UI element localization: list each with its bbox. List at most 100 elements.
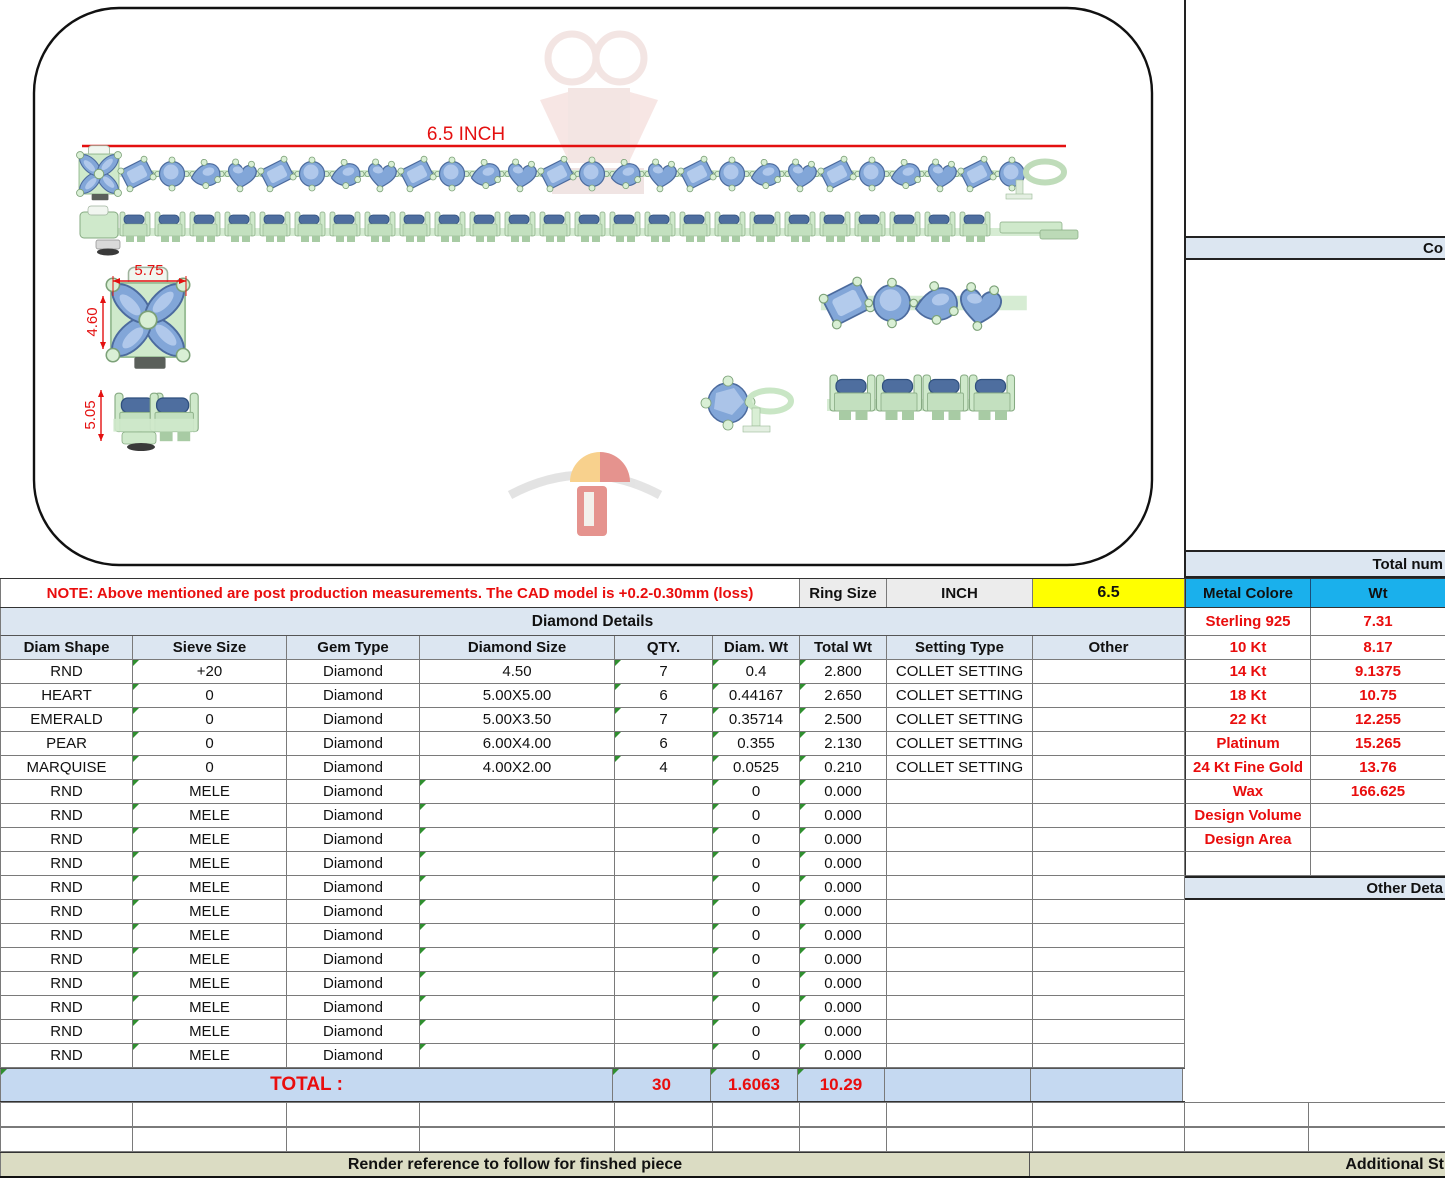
cell-diam-wt[interactable]: 0.355 bbox=[713, 732, 800, 756]
cell-qty[interactable] bbox=[615, 1044, 713, 1068]
cell-diam-shape[interactable]: RND bbox=[0, 972, 133, 996]
cell-qty[interactable] bbox=[615, 900, 713, 924]
metal-weight[interactable]: 8.17 bbox=[1311, 636, 1445, 660]
cell-total-wt[interactable]: 0.000 bbox=[800, 900, 887, 924]
empty-cell[interactable] bbox=[1309, 1127, 1445, 1152]
cell-sieve-size[interactable]: +20 bbox=[133, 660, 287, 684]
cell-diam-shape[interactable]: RND bbox=[0, 1044, 133, 1068]
cell-setting-type[interactable] bbox=[887, 828, 1033, 852]
cell-gem-type[interactable]: Diamond bbox=[287, 996, 420, 1020]
cell-total-wt[interactable]: 0.000 bbox=[800, 972, 887, 996]
cell-sieve-size[interactable]: MELE bbox=[133, 1020, 287, 1044]
column-header-qty-[interactable]: QTY. bbox=[615, 636, 713, 660]
cell-sieve-size[interactable]: 0 bbox=[133, 732, 287, 756]
cell-setting-type[interactable] bbox=[887, 972, 1033, 996]
cell-diamond-size[interactable] bbox=[420, 852, 615, 876]
cell-gem-type[interactable]: Diamond bbox=[287, 924, 420, 948]
cell-diam-shape[interactable]: EMERALD bbox=[0, 708, 133, 732]
cell-diamond-size[interactable]: 4.50 bbox=[420, 660, 615, 684]
cell-gem-type[interactable]: Diamond bbox=[287, 900, 420, 924]
empty-cell[interactable] bbox=[800, 1127, 887, 1152]
cell-total-wt[interactable]: 2.500 bbox=[800, 708, 887, 732]
column-header-setting-type[interactable]: Setting Type bbox=[887, 636, 1033, 660]
cell-total-wt[interactable]: 0.000 bbox=[800, 852, 887, 876]
cell-diam-wt[interactable]: 0 bbox=[713, 1020, 800, 1044]
cell-diam-shape[interactable]: HEART bbox=[0, 684, 133, 708]
cell-diam-wt[interactable]: 0.35714 bbox=[713, 708, 800, 732]
metal-name[interactable]: Design Area bbox=[1185, 828, 1311, 852]
cell-total-wt[interactable]: 0.000 bbox=[800, 1044, 887, 1068]
cell-sieve-size[interactable]: MELE bbox=[133, 804, 287, 828]
cell-setting-type[interactable]: COLLET SETTING bbox=[887, 660, 1033, 684]
cell-setting-type[interactable] bbox=[887, 948, 1033, 972]
empty-cell[interactable] bbox=[420, 1102, 615, 1127]
cell-gem-type[interactable]: Diamond bbox=[287, 1044, 420, 1068]
metal-weight[interactable]: 166.625 bbox=[1311, 780, 1445, 804]
cell-diam-shape[interactable]: RND bbox=[0, 660, 133, 684]
cell-qty[interactable] bbox=[615, 1020, 713, 1044]
cell-qty[interactable] bbox=[615, 924, 713, 948]
cell-gem-type[interactable]: Diamond bbox=[287, 684, 420, 708]
cell-setting-type[interactable] bbox=[887, 900, 1033, 924]
cell-sieve-size[interactable]: MELE bbox=[133, 900, 287, 924]
metal-wt-header[interactable]: Wt bbox=[1311, 579, 1445, 607]
cell-diam-wt[interactable]: 0 bbox=[713, 876, 800, 900]
cell-diam-shape[interactable]: RND bbox=[0, 900, 133, 924]
cell-other[interactable] bbox=[1033, 780, 1185, 804]
cell-diamond-size[interactable] bbox=[420, 1044, 615, 1068]
metal-weight[interactable]: 7.31 bbox=[1311, 608, 1445, 636]
metal-name[interactable]: 24 Kt Fine Gold bbox=[1185, 756, 1311, 780]
cell-setting-type[interactable]: COLLET SETTING bbox=[887, 756, 1033, 780]
cell-sieve-size[interactable]: MELE bbox=[133, 972, 287, 996]
cell-diam-shape[interactable]: RND bbox=[0, 852, 133, 876]
cell-other[interactable] bbox=[1033, 924, 1185, 948]
metal-weight[interactable] bbox=[1311, 852, 1445, 876]
cell-total-wt[interactable]: 0.000 bbox=[800, 780, 887, 804]
metal-name[interactable]: Platinum bbox=[1185, 732, 1311, 756]
cell-qty[interactable]: 7 bbox=[615, 708, 713, 732]
cell-diam-wt[interactable]: 0 bbox=[713, 804, 800, 828]
metal-name[interactable]: Wax bbox=[1185, 780, 1311, 804]
column-header-other[interactable]: Other bbox=[1033, 636, 1185, 660]
cell-gem-type[interactable]: Diamond bbox=[287, 876, 420, 900]
empty-cell[interactable] bbox=[1185, 1102, 1309, 1127]
cell-other[interactable] bbox=[1033, 684, 1185, 708]
empty-cell[interactable] bbox=[1033, 1127, 1185, 1152]
column-header-diamond-size[interactable]: Diamond Size bbox=[420, 636, 615, 660]
cell-total-wt[interactable]: 0.000 bbox=[800, 924, 887, 948]
ring-size-value[interactable]: 6.5 bbox=[1033, 579, 1185, 607]
cell-gem-type[interactable]: Diamond bbox=[287, 972, 420, 996]
cell-setting-type[interactable] bbox=[887, 924, 1033, 948]
cell-setting-type[interactable]: COLLET SETTING bbox=[887, 708, 1033, 732]
column-header-total-wt[interactable]: Total Wt bbox=[800, 636, 887, 660]
cell-diamond-size[interactable] bbox=[420, 972, 615, 996]
empty-cell[interactable] bbox=[0, 1127, 133, 1152]
cell-other[interactable] bbox=[1033, 876, 1185, 900]
cell-gem-type[interactable]: Diamond bbox=[287, 732, 420, 756]
cell-setting-type[interactable] bbox=[887, 804, 1033, 828]
cell-total-wt[interactable]: 0.000 bbox=[800, 828, 887, 852]
empty-cell[interactable] bbox=[800, 1102, 887, 1127]
cell-setting-type[interactable]: COLLET SETTING bbox=[887, 732, 1033, 756]
cell-diamond-size[interactable] bbox=[420, 948, 615, 972]
cell-other[interactable] bbox=[1033, 804, 1185, 828]
cell-diam-shape[interactable]: PEAR bbox=[0, 732, 133, 756]
cell-total-wt[interactable]: 2.650 bbox=[800, 684, 887, 708]
cell-other[interactable] bbox=[1033, 972, 1185, 996]
cell-diam-wt[interactable]: 0 bbox=[713, 996, 800, 1020]
empty-cell[interactable] bbox=[887, 1102, 1033, 1127]
cell-gem-type[interactable]: Diamond bbox=[287, 780, 420, 804]
cell-diam-wt[interactable]: 0 bbox=[713, 948, 800, 972]
cell-diamond-size[interactable]: 5.00X3.50 bbox=[420, 708, 615, 732]
cell-sieve-size[interactable]: 0 bbox=[133, 684, 287, 708]
cell-setting-type[interactable] bbox=[887, 1020, 1033, 1044]
cell-diamond-size[interactable]: 4.00X2.00 bbox=[420, 756, 615, 780]
empty-cell[interactable] bbox=[133, 1127, 287, 1152]
cell-gem-type[interactable]: Diamond bbox=[287, 756, 420, 780]
cell-other[interactable] bbox=[1033, 996, 1185, 1020]
cell-other[interactable] bbox=[1033, 1044, 1185, 1068]
cell-sieve-size[interactable]: 0 bbox=[133, 756, 287, 780]
empty-cell[interactable] bbox=[615, 1102, 713, 1127]
cell-sieve-size[interactable]: MELE bbox=[133, 948, 287, 972]
cell-qty[interactable]: 7 bbox=[615, 660, 713, 684]
